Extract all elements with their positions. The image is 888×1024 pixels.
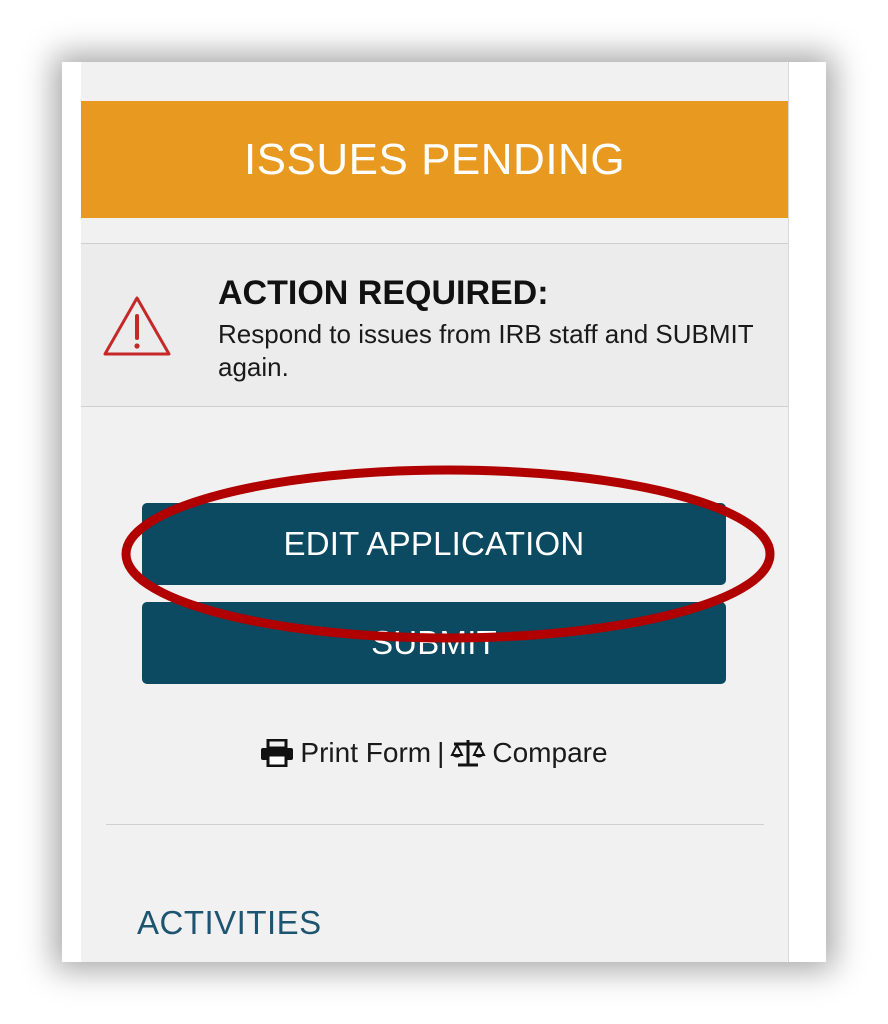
status-text: ISSUES PENDING (243, 134, 626, 184)
form-links: Print Form | Compare (62, 737, 806, 769)
side-panel: ISSUES PENDING ACTION REQUIRED: Respond … (62, 62, 826, 962)
divider (106, 824, 764, 825)
action-required-box: ACTION REQUIRED: Respond to issues from … (81, 243, 788, 407)
panel-right-edge (789, 62, 826, 962)
status-banner: ISSUES PENDING (81, 101, 788, 218)
activities-heading: ACTIVITIES (137, 904, 322, 941)
action-description: Respond to issues from IRB staff and SUB… (218, 319, 754, 382)
submit-label: SUBMIT (371, 624, 497, 661)
panel-border (788, 62, 789, 962)
action-title: ACTION REQUIRED: (218, 274, 549, 312)
printer-icon (261, 739, 294, 767)
compare-label: Compare (492, 737, 608, 768)
submit-button[interactable]: SUBMIT (142, 602, 726, 684)
print-form-label: Print Form (300, 737, 432, 768)
edit-application-button[interactable]: EDIT APPLICATION (142, 503, 726, 585)
panel-left-edge (62, 62, 81, 962)
edit-application-label: EDIT APPLICATION (283, 525, 585, 562)
link-separator: | (437, 737, 445, 768)
print-form-link[interactable]: Print Form (260, 737, 431, 769)
compare-link[interactable]: Compare (450, 737, 608, 769)
warning-triangle-icon (103, 296, 171, 356)
balance-scale-icon (450, 740, 487, 767)
